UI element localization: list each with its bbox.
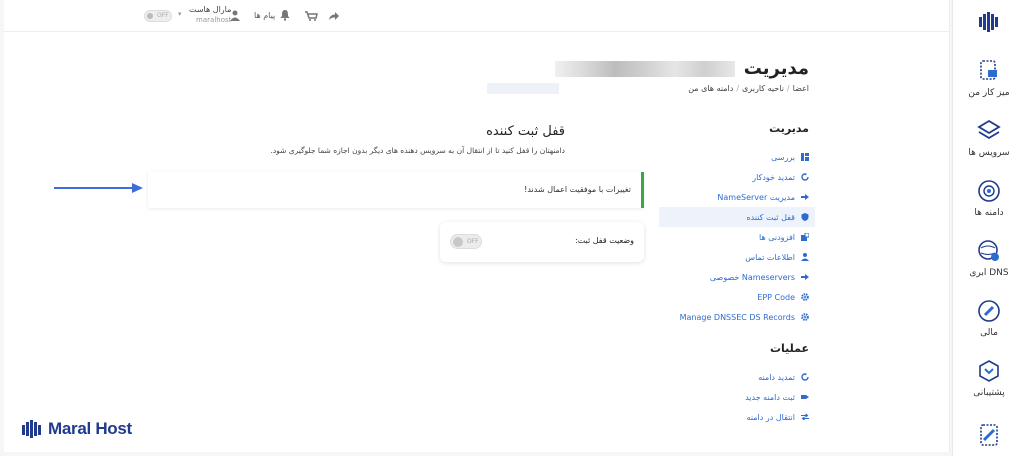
nav-item-overview[interactable]: بررسی	[659, 147, 809, 167]
redacted-domain	[555, 61, 735, 77]
nav-item-label: تمدید خودکار	[752, 172, 795, 182]
rail-item-more[interactable]	[953, 422, 1024, 448]
rail-item-services[interactable]: سرویس ها	[953, 118, 1024, 158]
gear-icon	[801, 313, 809, 321]
refresh-icon	[801, 173, 809, 181]
nav-item-transfer[interactable]: انتقال در دامنه	[659, 407, 809, 427]
arrow-right-icon	[801, 194, 809, 200]
cloud-dns-icon	[978, 240, 999, 261]
nav-item-label: Manage DNSSEC DS Records	[679, 312, 795, 322]
section-title: قفل ثبت کننده	[486, 124, 565, 139]
success-alert: تغییرات با موفقیت اعمال شدند!	[148, 172, 644, 208]
lock-status-label: وضعیت قفل ثبت:	[575, 236, 634, 245]
chevron-down-icon[interactable]: ▾	[178, 10, 182, 18]
breadcrumb-item[interactable]: اعضا	[793, 84, 809, 93]
cart-icon[interactable]	[304, 11, 318, 21]
nav-item-contact[interactable]: اطلاعات تماس	[659, 247, 809, 267]
messages-link[interactable]: پیام ها	[254, 11, 275, 20]
overview-icon	[801, 153, 809, 161]
addons-icon	[801, 233, 809, 241]
tag-icon	[801, 395, 809, 399]
finance-icon	[978, 300, 1000, 322]
rail-item-dashboard[interactable]: میز کار من	[953, 58, 1024, 98]
rail-item-support[interactable]: پشتیبانی	[953, 358, 1024, 398]
user-menu[interactable]: مارال هاست maralhost	[189, 5, 231, 25]
nav-item-label: اطلاعات تماس	[745, 252, 795, 262]
topbar-toggle[interactable]: OFF	[144, 10, 172, 22]
nav-item-label: بررسی	[771, 152, 795, 162]
support-icon	[979, 360, 999, 382]
rail-item-cloud-dns[interactable]: DNS ابری	[953, 238, 1024, 278]
nav-item-label: تمدید دامنه	[758, 372, 795, 382]
operations-nav: عملیات تمدید دامنه ثبت دامنه جدید انتقال…	[659, 342, 809, 427]
nav-item-label: Nameservers خصوصی	[709, 272, 795, 282]
nav-item-addons[interactable]: افزودنی ها	[659, 227, 809, 247]
user-sub: maralhost	[196, 16, 232, 24]
dashboard-icon	[980, 60, 997, 80]
lock-status-card: وضعیت قفل ثبت: OFF	[440, 222, 644, 262]
nav-item-register[interactable]: ثبت دامنه جدید	[659, 387, 809, 407]
layers-icon	[977, 119, 1001, 140]
top-bar: OFF ▾ مارال هاست maralhost پیام ها	[4, 0, 950, 32]
annotation-arrow-icon	[54, 183, 143, 193]
redacted-breadcrumb	[487, 83, 559, 94]
nav-item-dnssec[interactable]: Manage DNSSEC DS Records	[659, 307, 809, 327]
refresh-icon	[801, 373, 809, 381]
user-icon[interactable]	[230, 10, 240, 21]
breadcrumb-item[interactable]: ناحیه کاربری	[742, 84, 784, 93]
nav-item-label: ثبت دامنه جدید	[745, 392, 795, 402]
alert-text: تغییرات با موفقیت اعمال شدند!	[524, 185, 631, 194]
maralhost-logo-icon	[22, 420, 41, 438]
nav-heading: عملیات	[769, 342, 809, 355]
manage-nav: مدیریت بررسی تمدید خودکار مدیریت NameSer…	[659, 122, 815, 327]
share-icon[interactable]	[328, 11, 340, 21]
globe-icon	[978, 180, 1000, 202]
breadcrumb-item[interactable]: دامنه های من	[688, 84, 733, 93]
user-icon	[801, 253, 809, 261]
main-panel: OFF ▾ مارال هاست maralhost پیام ها مدیری…	[4, 0, 950, 452]
nav-item-label: EPP Code	[757, 292, 795, 302]
nav-item-epp[interactable]: EPP Code	[659, 287, 809, 307]
nav-item-renew[interactable]: تمدید دامنه	[659, 367, 809, 387]
nav-item-nameserver[interactable]: مدیریت NameServer	[659, 187, 809, 207]
brand-name: Maral Host	[48, 419, 132, 438]
breadcrumb: اعضا/ناحیه کاربری/دامنه های من	[688, 84, 809, 93]
settings-icon	[980, 424, 998, 446]
nav-item-label: قفل ثبت کننده	[746, 212, 795, 222]
arrow-right-icon	[801, 274, 809, 280]
page-title: مدیریت	[743, 58, 809, 79]
right-rail: میز کار من سرویس ها دامنه ها DNS ابری ما…	[952, 0, 1024, 456]
gear-icon	[801, 293, 809, 301]
nav-heading: مدیریت	[769, 122, 809, 135]
user-name: مارال هاست	[189, 5, 232, 14]
nav-item-private-ns[interactable]: Nameservers خصوصی	[659, 267, 809, 287]
maralhost-logo-icon[interactable]	[977, 10, 1001, 34]
nav-item-label: انتقال در دامنه	[746, 412, 795, 422]
brand-logo: Maral Host	[22, 419, 132, 439]
section-description: دامنهتان را قفل کنید تا از انتقال آن به …	[270, 146, 565, 155]
shield-icon	[801, 213, 809, 221]
rail-item-finance[interactable]: مالی	[953, 298, 1024, 338]
rail-item-domains[interactable]: دامنه ها	[953, 178, 1024, 218]
nav-item-autorenew[interactable]: تمدید خودکار	[659, 167, 809, 187]
nav-item-label: مدیریت NameServer	[717, 192, 795, 202]
transfer-icon	[801, 413, 809, 421]
nav-item-label: افزودنی ها	[759, 232, 795, 242]
registrar-lock-toggle[interactable]: OFF	[450, 234, 482, 249]
bell-icon[interactable]	[280, 9, 290, 21]
app-root: OFF ▾ مارال هاست maralhost پیام ها مدیری…	[0, 0, 1024, 456]
nav-item-registrar-lock[interactable]: قفل ثبت کننده	[659, 207, 815, 227]
